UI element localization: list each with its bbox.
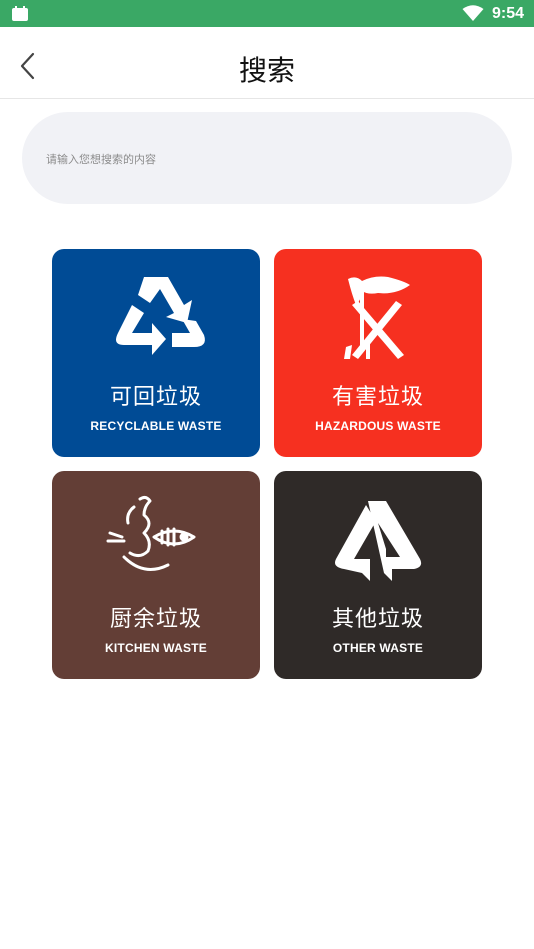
notification-icon bbox=[12, 6, 28, 21]
category-name-zh: 厨余垃圾 bbox=[109, 607, 202, 632]
category-name-en: KITCHEN WASTE bbox=[105, 641, 207, 655]
category-card-recyclable[interactable]: 可回垃圾 RECYCLABLE WASTE bbox=[52, 249, 260, 457]
search-input[interactable] bbox=[44, 142, 488, 176]
category-card-hazardous[interactable]: 有害垃圾 HAZARDOUS WASTE bbox=[274, 249, 482, 457]
status-bar: 9:54 bbox=[0, 0, 534, 27]
nav-bar: 搜索 bbox=[0, 27, 534, 99]
category-name-zh: 其他垃圾 bbox=[331, 607, 424, 632]
other-waste-icon bbox=[335, 501, 422, 581]
category-card-kitchen[interactable]: 厨余垃圾 KITCHEN WASTE bbox=[52, 471, 260, 679]
category-name-zh: 可回垃圾 bbox=[109, 385, 202, 410]
category-name-zh: 有害垃圾 bbox=[331, 385, 424, 410]
category-name-en: RECYCLABLE WASTE bbox=[90, 419, 222, 433]
hazardous-icon bbox=[344, 276, 410, 359]
wifi-icon bbox=[462, 5, 484, 21]
category-name-en: HAZARDOUS WASTE bbox=[315, 419, 441, 433]
category-card-other[interactable]: 其他垃圾 OTHER WASTE bbox=[274, 471, 482, 679]
kitchen-waste-icon bbox=[106, 495, 196, 571]
status-time: 9:54 bbox=[491, 4, 524, 22]
category-grid: 可回垃圾 RECYCLABLE WASTE 有害垃圾 HAZARDOUS WAS… bbox=[52, 249, 482, 679]
category-name-en: OTHER WASTE bbox=[332, 641, 424, 655]
page-title: 搜索 bbox=[238, 54, 295, 87]
search-box[interactable] bbox=[22, 112, 512, 204]
recycle-icon bbox=[116, 277, 205, 355]
